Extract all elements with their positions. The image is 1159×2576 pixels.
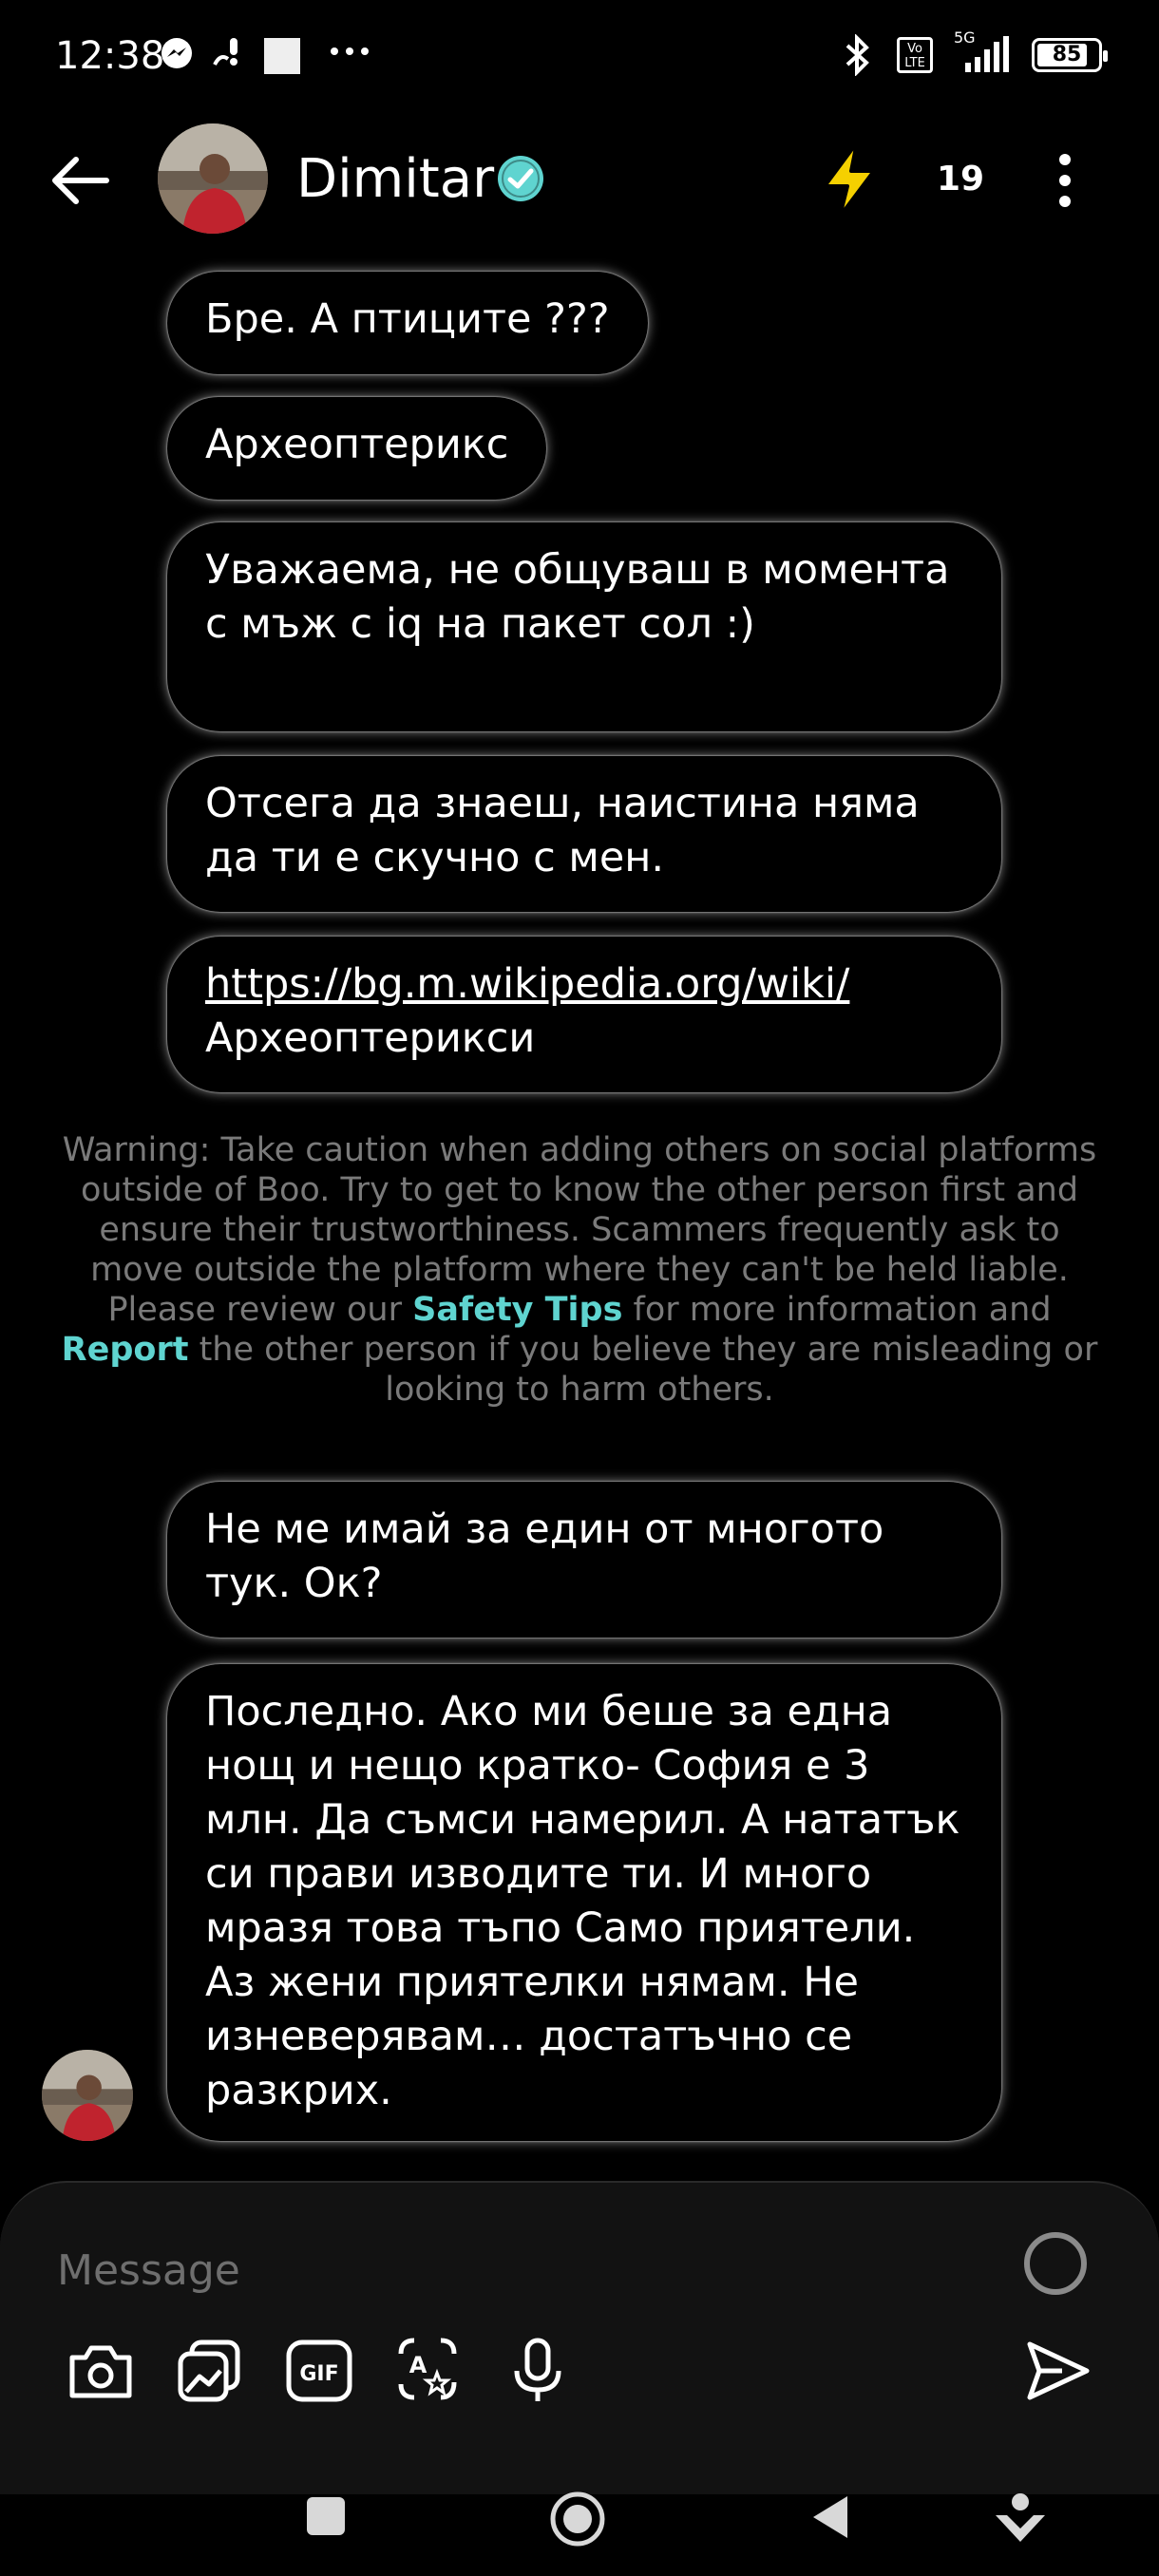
- bluetooth-icon: [846, 34, 869, 76]
- report-link[interactable]: Report: [62, 1331, 189, 1369]
- image-notification-icon: [264, 38, 300, 74]
- signal-icon: 5G: [954, 28, 1011, 76]
- message-bubble[interactable]: Бре. А птиците ???: [167, 272, 648, 374]
- volte-badge: Vo LTE: [897, 37, 933, 73]
- avatar[interactable]: [158, 123, 268, 234]
- messenger-icon: [162, 38, 192, 68]
- message-bubble[interactable]: Археоптерикс: [167, 397, 547, 500]
- status-right: Vo LTE 5G 85: [838, 28, 1108, 76]
- recents-icon[interactable]: [304, 2494, 348, 2538]
- more-notifications-icon: [331, 47, 369, 55]
- camera-icon[interactable]: [65, 2335, 137, 2407]
- contact-name[interactable]: Dimitar: [296, 148, 494, 210]
- coin-count: 19: [937, 160, 985, 199]
- gallery-icon[interactable]: [173, 2335, 245, 2407]
- back-nav-icon[interactable]: [809, 2494, 851, 2540]
- message-bubble[interactable]: Не ме имай за един от многото тук. Ок?: [167, 1482, 1001, 1638]
- wiki-link[interactable]: https://bg.m.wikipedia.org/wiki/: [205, 960, 849, 1008]
- more-options-icon[interactable]: [1053, 152, 1077, 209]
- svg-text:GIF: GIF: [299, 2362, 338, 2386]
- battery-icon: 85: [1032, 38, 1108, 72]
- message-input[interactable]: [57, 2232, 912, 2308]
- status-time: 12:38: [55, 34, 165, 78]
- status-bar: 12:38 Vo LTE 5G 85: [0, 0, 1159, 114]
- back-arrow-icon[interactable]: [48, 152, 114, 209]
- system-nav-bar: [0, 2491, 1159, 2576]
- message-bubble[interactable]: Последно. Ако ми беше за една нощ и нещо…: [167, 1664, 1001, 2141]
- send-icon[interactable]: [1024, 2339, 1092, 2403]
- gif-icon[interactable]: GIF: [283, 2335, 355, 2407]
- sender-avatar[interactable]: [42, 2050, 133, 2141]
- safety-warning: Warning: Take caution when adding others…: [61, 1131, 1098, 1409]
- verified-badge-icon: [498, 156, 543, 201]
- message-bubble[interactable]: https://bg.m.wikipedia.org/wiki/ Археопт…: [167, 937, 1001, 1092]
- svg-text:A: A: [409, 2352, 428, 2378]
- sticker-icon[interactable]: A: [391, 2335, 464, 2407]
- assistant-icon[interactable]: [994, 2491, 1047, 2548]
- safety-tips-link[interactable]: Safety Tips: [412, 1291, 622, 1329]
- message-bubble[interactable]: Отсега да знаеш, наистина няма да ти е с…: [167, 756, 1001, 912]
- loading-indicator-icon: [1024, 2232, 1087, 2295]
- chat-header: Dimitar 19: [0, 123, 1159, 237]
- home-icon[interactable]: [549, 2491, 606, 2548]
- message-composer: GIF A: [0, 2181, 1159, 2494]
- lightning-bolt-icon[interactable]: [815, 139, 884, 220]
- notification-icon: [213, 38, 238, 66]
- microphone-icon[interactable]: [502, 2335, 574, 2407]
- message-bubble[interactable]: Уважаема, не общуваш в моментa с мъж с i…: [167, 522, 1001, 731]
